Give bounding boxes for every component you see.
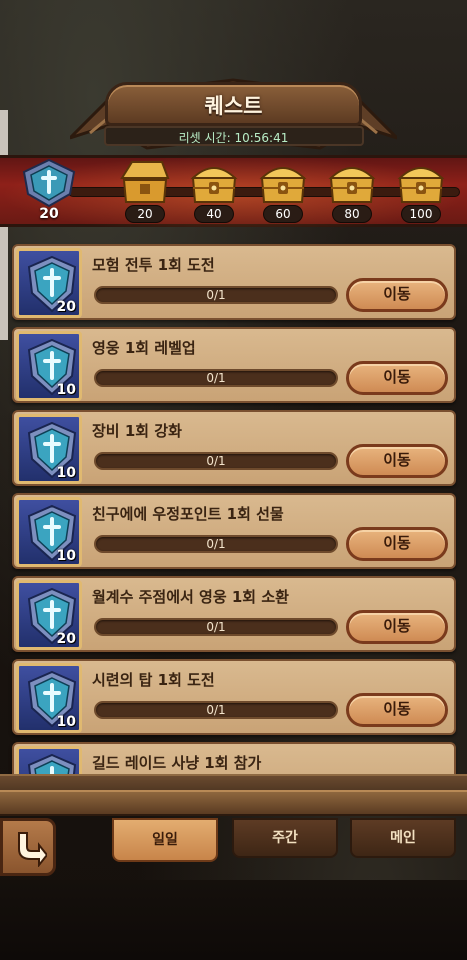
quest-card: 10 시련의 탑 1회 도전 0/1 이동 <box>12 659 456 735</box>
tab-main[interactable]: 메인 <box>350 818 456 858</box>
go-button[interactable]: 이동 <box>346 527 448 561</box>
quest-points: 10 <box>56 714 76 730</box>
quest-progress-text: 0/1 <box>206 288 226 302</box>
milestone-label: 60 <box>263 205 303 223</box>
quest-icon <box>16 746 82 776</box>
quest-title: 모험 전투 1회 도전 <box>92 256 215 274</box>
quest-title: 장비 1회 강화 <box>92 422 182 440</box>
quest-title: 월계수 주점에서 영웅 1회 소환 <box>92 588 289 606</box>
tab-daily[interactable]: 일일 <box>112 818 218 862</box>
go-button[interactable]: 이동 <box>346 693 448 727</box>
milestone-label: 40 <box>194 205 234 223</box>
milestone-label: 100 <box>401 205 441 223</box>
quest-title: 길드 레이드 사냥 1회 참가 <box>92 754 262 772</box>
current-points: 20 <box>39 206 59 222</box>
quest-icon: 10 <box>16 331 82 401</box>
quest-title: 친구에에 우정포인트 1회 선물 <box>92 505 284 523</box>
chest-icon[interactable] <box>187 160 241 204</box>
quest-list[interactable]: 20 모험 전투 1회 도전 0/1 이동 10 영웅 1회 레벨업 0/1 이동 10 장비 1… <box>0 232 467 776</box>
go-button[interactable]: 이동 <box>346 361 448 395</box>
quest-card: 20 모험 전투 1회 도전 0/1 이동 <box>12 244 456 320</box>
quest-card: 20 월계수 주점에서 영웅 1회 소환 0/1 이동 <box>12 576 456 652</box>
back-arrow-icon <box>18 832 47 867</box>
shield-icon <box>22 158 76 208</box>
quest-card: 10 영웅 1회 레벨업 0/1 이동 <box>12 327 456 403</box>
chest-icon[interactable] <box>394 160 448 204</box>
quest-progress-text: 0/1 <box>206 620 226 634</box>
quest-icon: 10 <box>16 497 82 567</box>
milestone-label: 20 <box>125 205 165 223</box>
quest-points: 20 <box>56 299 76 315</box>
quest-title: 영웅 1회 레벨업 <box>92 339 196 357</box>
quest-progress-bar: 0/1 <box>94 701 338 719</box>
milestone-label: 80 <box>332 205 372 223</box>
quest-icon: 10 <box>16 414 82 484</box>
shield-icon <box>27 753 77 776</box>
bottom-backdrop <box>0 880 467 960</box>
quest-icon: 20 <box>16 248 82 318</box>
quest-card: 10 장비 1회 강화 0/1 이동 <box>12 410 456 486</box>
quest-points: 20 <box>56 631 76 647</box>
quest-icon: 20 <box>16 580 82 650</box>
quest-progress-text: 0/1 <box>206 454 226 468</box>
tab-weekly[interactable]: 주간 <box>232 818 338 858</box>
quest-progress-bar: 0/1 <box>94 618 338 636</box>
quest-progress-bar: 0/1 <box>94 286 338 304</box>
go-button[interactable]: 이동 <box>346 444 448 478</box>
bottom-frame <box>0 790 467 816</box>
quest-progress-bar: 0/1 <box>94 452 338 470</box>
page-title: 퀘스트 <box>204 94 263 118</box>
quest-card: 길드 레이드 사냥 1회 참가 <box>12 742 456 776</box>
quest-progress-text: 0/1 <box>206 371 226 385</box>
reset-timer: 리셋 시간: 10:56:41 <box>178 131 289 145</box>
go-button[interactable]: 이동 <box>346 610 448 644</box>
go-button[interactable]: 이동 <box>346 278 448 312</box>
quest-card: 10 친구에에 우정포인트 1회 선물 0/1 이동 <box>12 493 456 569</box>
chest-icon[interactable] <box>118 160 172 204</box>
chest-icon[interactable] <box>325 160 379 204</box>
quest-progress-bar: 0/1 <box>94 369 338 387</box>
quest-progress-bar: 0/1 <box>94 535 338 553</box>
back-button[interactable] <box>0 818 56 876</box>
chest-icon[interactable] <box>256 160 310 204</box>
quest-progress-text: 0/1 <box>206 703 226 717</box>
quest-icon: 10 <box>16 663 82 733</box>
quest-title: 시련의 탑 1회 도전 <box>92 671 215 689</box>
quest-progress-text: 0/1 <box>206 537 226 551</box>
quest-points: 10 <box>56 548 76 564</box>
quest-points: 10 <box>56 382 76 398</box>
quest-points: 10 <box>56 465 76 481</box>
